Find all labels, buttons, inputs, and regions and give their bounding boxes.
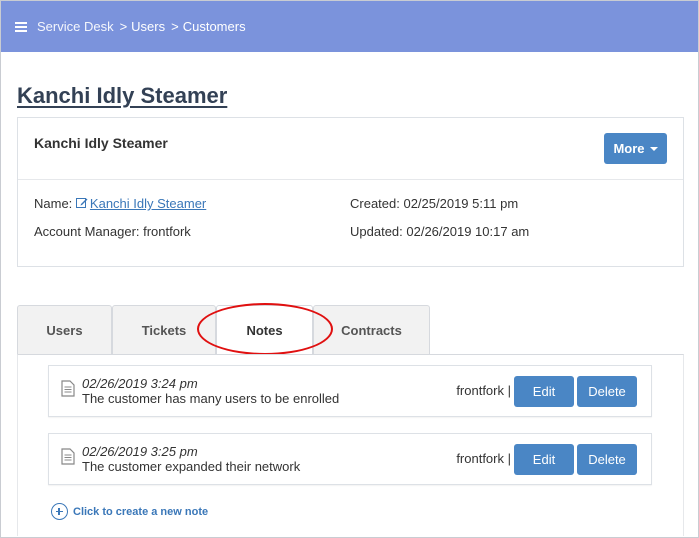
breadcrumb-service-desk[interactable]: Service Desk [37, 19, 114, 34]
breadcrumb-customers[interactable]: Customers [183, 19, 246, 34]
note-date: 02/26/2019 3:25 pm [82, 444, 198, 459]
more-button-label: More [613, 141, 645, 156]
edit-icon [75, 198, 88, 208]
note-text: The customer expanded their network [82, 459, 301, 474]
card-title: Kanchi Idly Steamer [34, 135, 168, 151]
document-icon [61, 380, 75, 397]
document-icon [61, 448, 75, 465]
name-row: Name: Kanchi Idly Steamer [34, 196, 206, 211]
customer-details-card: Kanchi Idly Steamer More Name: Kanchi Id… [17, 117, 684, 267]
customer-name-value: Kanchi Idly Steamer [89, 196, 207, 211]
customer-name-link[interactable]: Kanchi Idly Steamer [75, 196, 207, 211]
note-text: The customer has many users to be enroll… [82, 391, 340, 406]
hamburger-icon[interactable] [15, 21, 27, 32]
note-item: 02/26/2019 3:25 pm The customer expanded… [48, 433, 652, 485]
delete-note-button[interactable]: Delete [577, 444, 637, 475]
account-manager: Account Manager: frontfork [34, 224, 191, 239]
plus-circle-icon [51, 503, 68, 520]
note-author: frontfork | [456, 451, 511, 466]
caret-down-icon [649, 146, 658, 151]
delete-note-button[interactable]: Delete [577, 376, 637, 407]
name-label: Name: [34, 196, 73, 211]
note-item: 02/26/2019 3:24 pm The customer has many… [48, 365, 652, 417]
create-note-link[interactable]: Click to create a new note [51, 503, 208, 520]
breadcrumb: Service Desk > Users > Customers [37, 19, 246, 34]
edit-note-button[interactable]: Edit [514, 376, 574, 407]
breadcrumb-separator: > [119, 19, 128, 34]
top-navigation-bar: Service Desk > Users > Customers [1, 1, 698, 52]
card-header: Kanchi Idly Steamer More [18, 118, 683, 180]
updated-date: Updated: 02/26/2019 10:17 am [350, 224, 530, 239]
tab-users[interactable]: Users [17, 305, 112, 355]
note-date: 02/26/2019 3:24 pm [82, 376, 198, 391]
page-title[interactable]: Kanchi Idly Steamer [17, 83, 227, 109]
note-author: frontfork | [456, 383, 511, 398]
edit-note-button[interactable]: Edit [514, 444, 574, 475]
create-note-label: Click to create a new note [73, 505, 209, 518]
breadcrumb-separator: > [171, 19, 179, 34]
created-date: Created: 02/25/2019 5:11 pm [350, 196, 519, 211]
more-button[interactable]: More [604, 133, 667, 164]
breadcrumb-users[interactable]: Users [131, 19, 165, 34]
highlight-ellipse [197, 303, 333, 355]
